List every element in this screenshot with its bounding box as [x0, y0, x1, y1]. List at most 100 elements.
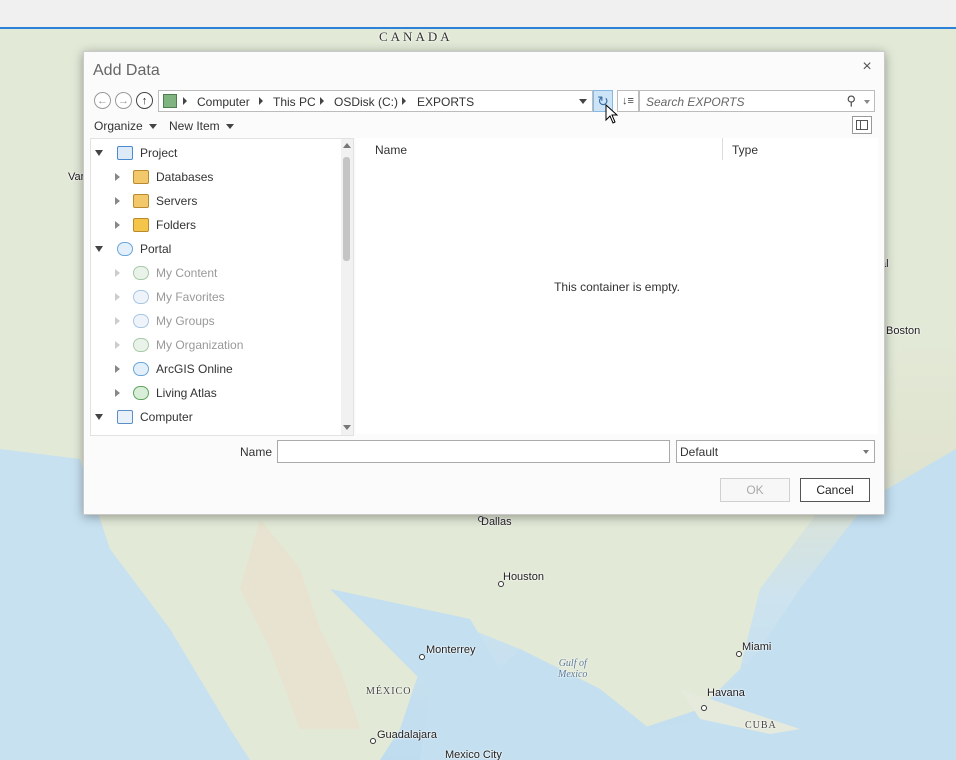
collapsed-icon[interactable]	[115, 389, 120, 397]
location-icon	[163, 94, 177, 108]
tree-item-my-organization[interactable]: My Organization	[91, 333, 341, 357]
project-icon	[117, 146, 133, 160]
filter-select[interactable]: Default	[676, 440, 875, 463]
tree-item-label: Databases	[156, 170, 214, 184]
computer-icon	[117, 410, 133, 424]
organize-label: Organize	[94, 119, 143, 133]
portal-icon	[117, 242, 133, 256]
city-dot-monterrey	[419, 654, 425, 660]
tree-item-portal[interactable]: Portal	[91, 237, 341, 261]
my-content-icon	[133, 266, 149, 280]
tree-item-label: Living Atlas	[156, 386, 217, 400]
search-icon[interactable]: ⚲	[846, 93, 856, 109]
scroll-thumb[interactable]	[343, 157, 350, 261]
collapsed-icon[interactable]	[115, 197, 120, 205]
map-label-dallas: Dallas	[481, 516, 512, 528]
tree-item-label: My Favorites	[156, 290, 225, 304]
expanded-icon[interactable]	[95, 246, 103, 252]
scroll-up-icon[interactable]	[343, 143, 351, 148]
chevron-down-icon	[148, 124, 157, 130]
collapsed-icon[interactable]	[115, 317, 120, 325]
tree-item-label: My Content	[156, 266, 218, 280]
chevron-down-icon	[225, 124, 234, 130]
tree-item-label: Computer	[140, 410, 193, 424]
tree-item-label: My Organization	[156, 338, 244, 352]
tree-item-label: ArcGIS Online	[156, 362, 233, 376]
folders-icon	[133, 218, 149, 232]
scroll-down-icon[interactable]	[343, 425, 351, 430]
expanded-icon[interactable]	[95, 414, 103, 420]
forward-button[interactable]: →	[115, 92, 132, 109]
tree-item-computer[interactable]: Computer	[91, 405, 341, 429]
map-label-canada: CANADA	[379, 29, 453, 44]
new-item-menu[interactable]: New Item	[169, 119, 234, 133]
tree-item-living-atlas[interactable]: Living Atlas	[91, 381, 341, 405]
collapsed-icon[interactable]	[115, 341, 120, 349]
tree-item-label: Portal	[140, 242, 172, 256]
tree-item-project[interactable]: Project	[91, 141, 341, 165]
tree-item-label: Project	[140, 146, 178, 160]
collapsed-icon[interactable]	[115, 269, 120, 277]
breadcrumb-item-osdisk[interactable]: OSDisk (C:)	[334, 95, 398, 109]
collapsed-icon[interactable]	[115, 293, 120, 301]
tree-item-folders[interactable]: Folders	[91, 213, 341, 237]
sort-button[interactable]: ↓≡	[617, 90, 639, 112]
living-atlas-icon	[133, 386, 149, 400]
catalog-tree[interactable]: Project Databases Servers Folders Portal…	[90, 138, 354, 436]
add-data-dialog: Add Data × ← → ↑ Computer This PC OSDisk…	[83, 51, 885, 515]
collapsed-icon[interactable]	[115, 365, 120, 373]
city-dot-havana	[701, 705, 707, 711]
name-field[interactable]	[277, 440, 670, 463]
breadcrumb[interactable]: Computer This PC OSDisk (C:) EXPORTS	[158, 90, 593, 112]
my-groups-icon	[133, 314, 149, 328]
column-header-type[interactable]: Type	[732, 143, 758, 157]
expanded-icon[interactable]	[95, 150, 103, 156]
application-ribbon-edge	[0, 0, 956, 29]
servers-icon	[133, 194, 149, 208]
chevron-down-icon[interactable]	[579, 99, 587, 104]
up-button[interactable]: ↑	[136, 92, 153, 109]
chevron-right-icon	[259, 97, 263, 105]
close-icon[interactable]: ×	[858, 58, 876, 76]
column-header-name[interactable]: Name	[375, 143, 407, 157]
search-input[interactable]: Search EXPORTS ⚲	[639, 90, 875, 112]
details-view-button[interactable]	[852, 116, 872, 134]
city-dot-guadalajara	[370, 738, 376, 744]
tree-item-databases[interactable]: Databases	[91, 165, 341, 189]
organize-menu[interactable]: Organize	[94, 119, 157, 133]
map-label-mexico-city: Mexico City	[445, 749, 502, 760]
column-divider[interactable]	[722, 138, 723, 160]
map-label-miami: Miami	[742, 641, 772, 653]
filter-value: Default	[680, 445, 719, 459]
map-label-havana: Havana	[707, 687, 745, 699]
file-list[interactable]: Name Type This container is empty.	[356, 138, 878, 434]
tree-item-my-favorites[interactable]: My Favorites	[91, 285, 341, 309]
ok-button[interactable]: OK	[720, 478, 790, 502]
new-item-label: New Item	[169, 119, 220, 133]
map-label-cuba: CUBA	[745, 720, 777, 731]
chevron-right-icon	[183, 97, 187, 105]
tree-item-label: Folders	[156, 218, 197, 232]
collapsed-icon[interactable]	[115, 221, 120, 229]
tree-item-servers[interactable]: Servers	[91, 189, 341, 213]
dialog-title: Add Data	[93, 62, 160, 79]
breadcrumb-item-computer[interactable]: Computer	[197, 95, 250, 109]
tree-item-arcgis-online[interactable]: ArcGIS Online	[91, 357, 341, 381]
collapsed-icon[interactable]	[115, 173, 120, 181]
arcgis-online-icon	[133, 362, 149, 376]
search-placeholder: Search EXPORTS	[646, 95, 745, 109]
cancel-button[interactable]: Cancel	[800, 478, 870, 502]
breadcrumb-item-exports[interactable]: EXPORTS	[417, 95, 474, 109]
map-label-mexico: MÉXICO	[366, 686, 412, 697]
my-favorites-icon	[133, 290, 149, 304]
back-button[interactable]: ←	[94, 92, 111, 109]
map-label-monterrey: Monterrey	[426, 644, 476, 656]
map-label-houston: Houston	[503, 571, 544, 583]
tree-scrollbar[interactable]	[341, 139, 353, 435]
tree-item-my-groups[interactable]: My Groups	[91, 309, 341, 333]
tree-item-my-content[interactable]: My Content	[91, 261, 341, 285]
chevron-down-icon	[863, 450, 869, 454]
chevron-down-icon[interactable]	[864, 100, 870, 104]
map-label-boston: Boston	[886, 325, 921, 337]
breadcrumb-item-this-pc[interactable]: This PC	[273, 95, 316, 109]
